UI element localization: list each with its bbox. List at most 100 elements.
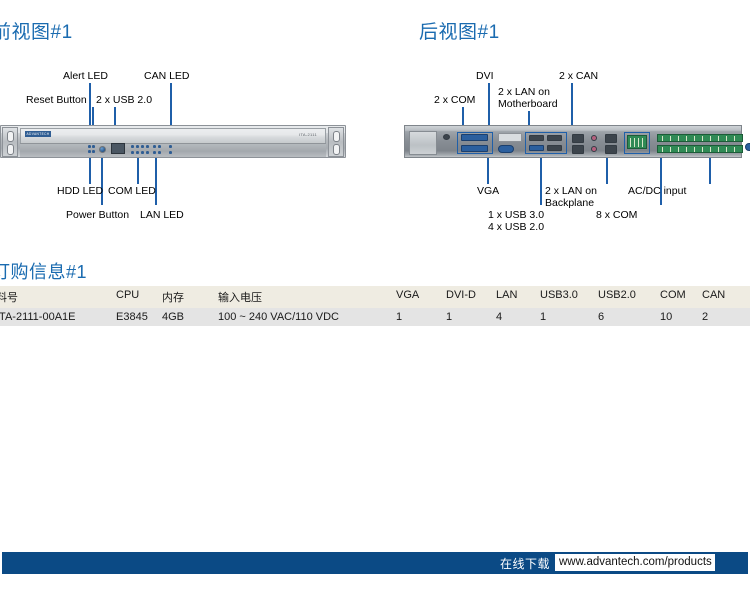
- leader-com-led: [137, 158, 139, 184]
- lan-led: [158, 151, 161, 154]
- table-header-row: 料号 CPU 内存 输入电压 VGA DVI-D LAN USB3.0 USB2…: [0, 286, 750, 308]
- callout-2x-can: 2 x CAN: [559, 70, 599, 82]
- lan-led: [153, 151, 156, 154]
- callout-2x-lan-backplane: 2 x LAN on Backplane: [545, 185, 597, 209]
- com-expansion-row: [657, 145, 743, 153]
- cell-input-voltage: 100 ~ 240 VAC/110 VDC: [218, 311, 339, 323]
- col-header-can: CAN: [702, 289, 726, 301]
- vga-port: [498, 145, 514, 153]
- terminal-pin: [638, 138, 640, 147]
- com-led: [136, 145, 139, 148]
- leader-acdc-input: [709, 158, 711, 184]
- callout-vga: VGA: [477, 185, 500, 197]
- com-led: [131, 145, 134, 148]
- terminal-pin: [678, 147, 680, 152]
- usb-port: [547, 145, 562, 151]
- com-led: [146, 145, 149, 148]
- cell-vga: 1: [396, 311, 403, 323]
- callout-power-button: Power Button: [66, 209, 130, 221]
- com-led: [141, 151, 144, 154]
- col-header-cpu: CPU: [116, 289, 140, 301]
- callout-2x-com: 2 x COM: [434, 94, 476, 106]
- leader-lan-led: [155, 158, 157, 205]
- leader-power-button: [101, 158, 103, 205]
- callout-can-led: CAN LED: [144, 70, 190, 82]
- leader-2x-lan-backplane: [606, 158, 608, 184]
- rear-view-section-title: 后视图#1: [419, 22, 500, 43]
- cell-dvi-d: 1: [446, 311, 453, 323]
- front-view-section-title: 前视图#1: [0, 22, 73, 43]
- leader-usb-counts: [540, 158, 542, 205]
- callout-dvi: DVI: [476, 70, 494, 82]
- col-header-dvi-d: DVI-D: [446, 289, 476, 301]
- terminal-pin: [670, 147, 672, 152]
- callout-acdc-input: AC/DC input: [628, 185, 687, 197]
- terminal-pin: [734, 136, 736, 141]
- terminal-pin: [662, 136, 664, 141]
- terminal-pin: [702, 147, 704, 152]
- cell-usb2: 6: [598, 311, 605, 323]
- cell-com: 10: [660, 311, 673, 323]
- front-lower-band: [20, 143, 326, 157]
- can-led: [169, 151, 172, 154]
- callout-hdd-led: HDD LED: [57, 185, 104, 197]
- com-port: [461, 134, 488, 141]
- callout-usb-counts: 1 x USB 3.0 4 x USB 2.0: [488, 209, 545, 233]
- usb-port: [547, 135, 562, 141]
- cell-cpu: E3845: [116, 311, 148, 323]
- lan-led: [158, 145, 161, 148]
- lan-port-backplane: [605, 145, 617, 154]
- leader-8x-com: [660, 158, 662, 205]
- col-header-vga: VGA: [396, 289, 420, 301]
- product-url[interactable]: www.advantech.com/products: [555, 554, 715, 571]
- terminal-pin: [710, 136, 712, 141]
- front-face-plate: [20, 128, 326, 144]
- terminal-pin: [634, 138, 636, 147]
- status-led: [88, 150, 91, 153]
- ordering-information-table: 料号 CPU 内存 输入电压 VGA DVI-D LAN USB3.0 USB2…: [0, 286, 750, 326]
- power-button: [99, 146, 106, 153]
- ear-hole: [333, 131, 340, 142]
- lan-port-motherboard: [572, 134, 584, 143]
- front-view-diagram: Alert LED CAN LED Reset Button 2 x USB 2…: [0, 60, 360, 235]
- terminal-pin: [694, 136, 696, 141]
- dvi-port: [498, 133, 522, 142]
- can-terminal-block: [627, 135, 647, 149]
- terminal-pin: [726, 136, 728, 141]
- callout-lan-led: LAN LED: [140, 209, 184, 221]
- terminal-pin: [642, 138, 644, 147]
- terminal-pin: [686, 147, 688, 152]
- com-led: [136, 151, 139, 154]
- callout-reset-button: Reset Button: [26, 94, 87, 106]
- terminal-pin: [694, 147, 696, 152]
- terminal-pin: [710, 147, 712, 152]
- can-led: [169, 145, 172, 148]
- leader-vga: [487, 158, 489, 184]
- col-header-usb3: USB3.0: [540, 289, 578, 301]
- table-header: 料号 CPU 内存 输入电压 VGA DVI-D LAN USB3.0 USB2…: [0, 286, 750, 308]
- ear-hole: [7, 131, 14, 142]
- terminal-pin: [630, 138, 632, 147]
- cell-part-number: ITA-2111-00A1E: [0, 311, 76, 323]
- com-led: [131, 151, 134, 154]
- cell-can: 2: [702, 311, 709, 323]
- table-row: ITA-2111-00A1E E3845 4GB 100 ~ 240 VAC/1…: [0, 308, 750, 326]
- terminal-pin: [726, 147, 728, 152]
- com-led: [146, 151, 149, 154]
- terminal-pin: [718, 136, 720, 141]
- usb-ports: [111, 143, 125, 154]
- terminal-pin: [702, 136, 704, 141]
- lan-led: [153, 145, 156, 148]
- audio-jack-line-in: [591, 135, 597, 141]
- callout-alert-led: Alert LED: [63, 70, 108, 82]
- terminal-pin: [678, 136, 680, 141]
- product-datasheet-page: 前视图#1 Alert LED CAN LED Reset Button 2 x…: [0, 0, 750, 591]
- col-header-input-voltage: 输入电压: [218, 292, 262, 304]
- lan-port-backplane: [605, 134, 617, 143]
- com-port: [461, 145, 488, 152]
- col-header-lan: LAN: [496, 289, 518, 301]
- callout-com-led: COM LED: [108, 185, 156, 197]
- callout-2x-lan-motherboard: 2 x LAN on Motherboard: [498, 86, 558, 110]
- rear-blank-plate: [409, 131, 437, 155]
- rack-ear-left: [2, 127, 18, 157]
